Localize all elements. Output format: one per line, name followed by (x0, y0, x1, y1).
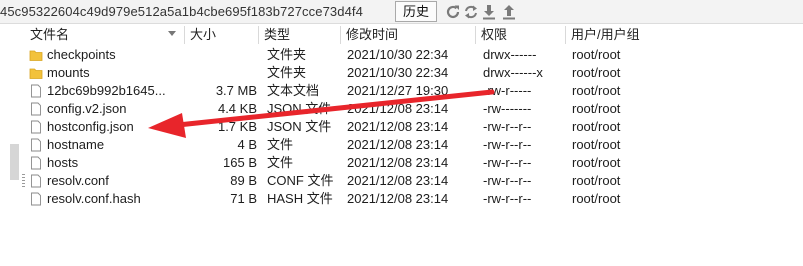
file-type: 文件 (267, 155, 294, 170)
file-modified: 2021/10/30 22:34 (347, 65, 449, 80)
file-permissions: -rw-r--r-- (483, 173, 532, 188)
file-size (185, 46, 257, 64)
column-header-modified[interactable]: 修改时间 (341, 26, 476, 44)
folder-icon (29, 68, 43, 79)
file-icon (31, 174, 41, 188)
file-size: 71 B (230, 191, 257, 206)
file-owner: root/root (572, 47, 621, 62)
file-modified: 2021/10/30 22:34 (347, 47, 449, 62)
file-name: hostconfig.json (47, 119, 134, 134)
file-size: 4 B (237, 137, 257, 152)
file-type: HASH 文件 (267, 191, 333, 206)
download-icon[interactable] (480, 3, 498, 21)
column-header-permissions[interactable]: 权限 (476, 26, 566, 44)
column-header-modified-label: 修改时间 (346, 27, 399, 42)
file-name: hosts (47, 155, 79, 170)
file-name: resolv.conf.hash (47, 191, 141, 206)
file-permissions: -rw-r----- (483, 83, 532, 98)
file-name: checkpoints (47, 47, 116, 62)
file-owner: root/root (572, 191, 621, 206)
file-permissions: -rw------- (483, 101, 532, 116)
file-modified: 2021/12/08 23:14 (347, 173, 449, 188)
file-type: 文本文档 (267, 83, 320, 98)
file-type: CONF 文件 (267, 173, 334, 188)
file-name: 12bc69b992b1645... (47, 83, 166, 98)
file-owner: root/root (572, 155, 621, 170)
file-size: 89 B (230, 173, 257, 188)
file-name: config.v2.json (47, 101, 127, 116)
file-owner: root/root (572, 173, 621, 188)
splitter-handle[interactable] (10, 144, 19, 180)
file-owner: root/root (572, 83, 621, 98)
column-header-owner[interactable]: 用户/用户组 (566, 26, 803, 44)
sort-down-icon (168, 31, 176, 36)
file-permissions: -rw-r--r-- (483, 137, 532, 152)
file-owner: root/root (572, 137, 621, 152)
file-row[interactable]: mounts 文件夹 2021/10/30 22:34 drwx------x … (25, 64, 765, 82)
current-path[interactable]: 45c95322604c49d979e512a5a1b4cbe695f183b7… (0, 4, 363, 19)
file-row[interactable]: checkpoints 文件夹 2021/10/30 22:34 drwx---… (25, 46, 765, 64)
file-size (185, 64, 257, 82)
file-row[interactable]: hostconfig.json 1.7 KB JSON 文件 2021/12/0… (25, 118, 765, 136)
file-list-header: 文件名 大小 类型 修改时间 权限 用户/用户组 (25, 26, 803, 44)
history-button[interactable]: 历史 (395, 1, 437, 22)
column-header-type[interactable]: 类型 (259, 26, 341, 44)
upload-icon[interactable] (500, 3, 518, 21)
column-header-size-label: 大小 (190, 27, 217, 42)
file-row[interactable]: hostname 4 B 文件 2021/12/08 23:14 -rw-r--… (25, 136, 765, 154)
file-row[interactable]: hosts 165 B 文件 2021/12/08 23:14 -rw-r--r… (25, 154, 765, 172)
file-owner: root/root (572, 65, 621, 80)
file-owner: root/root (572, 101, 621, 116)
column-header-size[interactable]: 大小 (185, 26, 259, 44)
file-owner: root/root (572, 119, 621, 134)
file-size: 4.4 KB (217, 101, 257, 116)
column-header-type-label: 类型 (264, 27, 291, 42)
file-size: 3.7 MB (215, 83, 257, 98)
column-header-owner-label: 用户/用户组 (571, 27, 640, 42)
path-bar: 45c95322604c49d979e512a5a1b4cbe695f183b7… (0, 0, 803, 24)
file-type: JSON 文件 (267, 119, 332, 134)
file-icon (31, 102, 41, 116)
file-permissions: drwx------ (483, 47, 537, 62)
file-modified: 2021/12/08 23:14 (347, 137, 449, 152)
column-header-name[interactable]: 文件名 (25, 26, 185, 44)
file-type: 文件夹 (267, 47, 307, 62)
file-icon (31, 192, 41, 206)
column-header-permissions-label: 权限 (481, 27, 508, 42)
file-permissions: -rw-r--r-- (483, 155, 532, 170)
file-modified: 2021/12/08 23:14 (347, 155, 449, 170)
file-permissions: -rw-r--r-- (483, 191, 532, 206)
file-permissions: -rw-r--r-- (483, 119, 532, 134)
file-name: mounts (47, 65, 90, 80)
sync-icon[interactable] (462, 3, 480, 21)
file-name: hostname (47, 137, 105, 152)
file-modified: 2021/12/08 23:14 (347, 119, 449, 134)
file-size: 1.7 KB (217, 119, 257, 134)
file-row[interactable]: config.v2.json 4.4 KB JSON 文件 2021/12/08… (25, 100, 765, 118)
file-row[interactable]: resolv.conf.hash 71 B HASH 文件 2021/12/08… (25, 190, 765, 208)
file-name: resolv.conf (47, 173, 109, 188)
file-icon (31, 138, 41, 152)
file-modified: 2021/12/08 23:14 (347, 191, 449, 206)
file-type: 文件夹 (267, 65, 307, 80)
file-icon (31, 84, 41, 98)
file-modified: 2021/12/27 19:30 (347, 83, 449, 98)
file-permissions: drwx------x (483, 65, 543, 80)
file-type: 文件 (267, 137, 294, 152)
column-header-name-label: 文件名 (30, 27, 70, 42)
file-row[interactable]: resolv.conf 89 B CONF 文件 2021/12/08 23:1… (25, 172, 765, 190)
refresh-icon[interactable] (444, 3, 462, 21)
file-type: JSON 文件 (267, 101, 332, 116)
left-panel-edge (0, 24, 25, 266)
folder-icon (29, 50, 43, 61)
file-row[interactable]: 12bc69b992b1645... 3.7 MB 文本文档 2021/12/2… (25, 82, 765, 100)
file-icon (31, 156, 41, 170)
file-icon (31, 120, 41, 134)
file-modified: 2021/12/08 23:14 (347, 101, 449, 116)
file-size: 165 B (223, 155, 257, 170)
